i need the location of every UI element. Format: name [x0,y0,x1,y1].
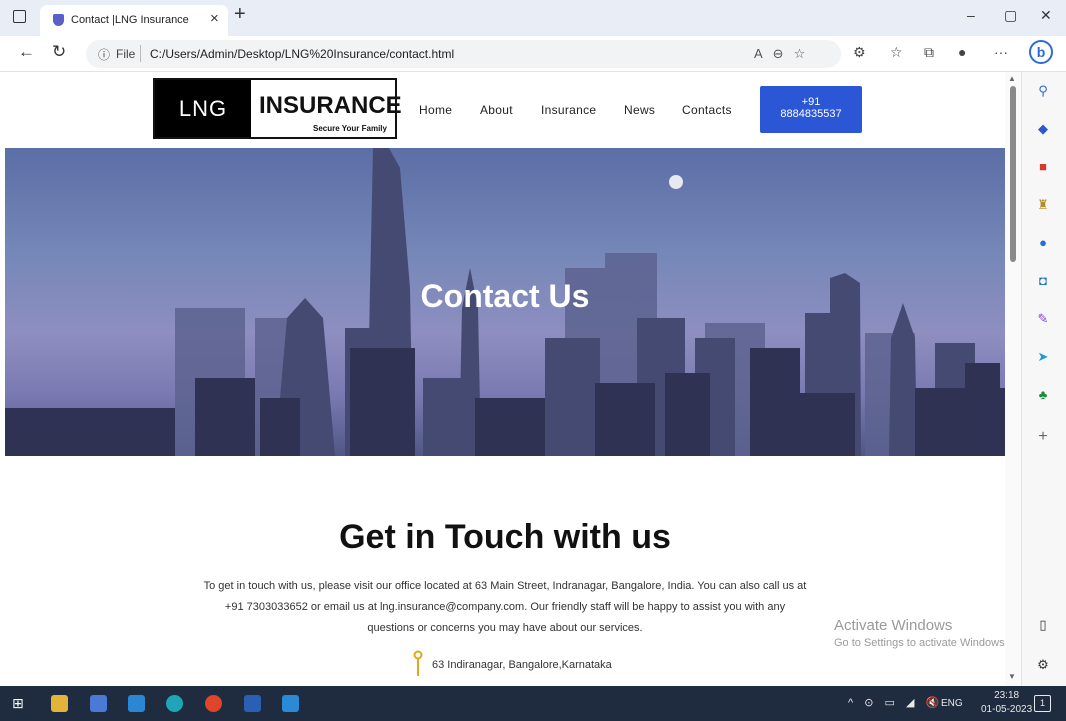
nav-news[interactable]: News [624,103,655,117]
url-action-icons[interactable]: A⊖☆ [754,46,815,62]
zoom-icon[interactable]: ⊖ [773,46,794,61]
windows-taskbar: ⊞ ^ ⊙ ▭ ◢ 🔇 ENG 23:18 01-05-2023 1 [0,686,1066,721]
collections-icon[interactable]: ⧉ [924,44,934,61]
word-icon[interactable] [244,695,261,712]
logo-insurance: INSURANCE [259,92,402,119]
logo-tagline: Secure Your Family [313,124,387,133]
profile-icon[interactable]: ● [958,44,966,60]
system-tray-icons[interactable]: ^ ⊙ ▭ ◢ 🔇 [848,696,943,709]
search-icon[interactable]: ⚲ [1034,82,1052,100]
tree-icon[interactable]: ♣ [1034,386,1052,404]
clock-date: 01-05-2023 [981,704,1033,715]
read-aloud-icon[interactable]: A [754,46,773,61]
mail-icon[interactable] [128,695,145,712]
tab-contact[interactable]: Contact |LNG Insurance × [40,5,228,36]
url-divider [140,45,141,62]
shopping-icon[interactable]: ■ [1034,158,1052,176]
address-bar: ← ↻ ⓘ File C:/Users/Admin/Desktop/LNG%20… [0,36,1066,72]
favorites-icon[interactable]: ☆ [890,44,903,61]
scroll-up-icon[interactable]: ▲ [1008,74,1016,83]
site-logo[interactable]: LNG INSURANCE Secure Your Family [153,78,402,139]
hero-banner: Contact Us [5,148,1005,456]
start-icon[interactable]: ⊞ [12,695,29,712]
back-icon[interactable]: ← [18,42,35,62]
minimize-button[interactable]: – [967,7,975,23]
close-window-button[interactable]: ✕ [1040,7,1052,24]
more-icon[interactable]: ··· [994,44,1008,60]
tab-favicon-icon [53,14,64,26]
phone-button[interactable]: +91 8884835537 [760,86,862,133]
site-info-icon[interactable]: ⓘ [98,46,110,63]
bing-icon[interactable]: b [1029,40,1053,64]
url-text[interactable]: C:/Users/Admin/Desktop/LNG%20Insurance/c… [150,47,454,61]
scroll-thumb[interactable] [1010,86,1016,262]
phone-prefix: +91 [801,96,821,108]
new-tab-button[interactable]: + [234,3,246,26]
nav-insurance[interactable]: Insurance [541,103,596,117]
edge-sidebar: ⚲ ◆ ■ ♜ ● ◘ ✎ ➤ ♣ + ▯ ⚙ [1021,72,1066,686]
notification-icon[interactable]: 1 [1034,695,1051,712]
nav-home[interactable]: Home [419,103,452,117]
url-field[interactable]: ⓘ File C:/Users/Admin/Desktop/LNG%20Insu… [86,40,841,68]
activate-windows-watermark: Activate Windows Go to Settings to activ… [834,617,1008,649]
section-description: To get in touch with us, please visit ou… [203,580,807,634]
section-title: Get in Touch with us [339,518,671,556]
tag-icon[interactable]: ◆ [1034,120,1052,138]
activate-windows-hint: Go to Settings to activate Windows. [834,637,1008,649]
store-icon[interactable] [90,695,107,712]
tab-title: Contact |LNG Insurance [71,14,189,26]
web-page: LNG INSURANCE Secure Your Family Home Ab… [0,72,1005,686]
clock-time: 23:18 [994,690,1020,701]
split-screen-icon[interactable]: ▯ [1034,616,1052,634]
outlook-icon[interactable]: ◘ [1034,272,1052,290]
tab-bar: Contact |LNG Insurance × + – ▢ ✕ [0,0,1066,36]
location-pin-icon [413,650,423,676]
refresh-icon[interactable]: ↻ [52,42,66,62]
extensions-icon[interactable]: ⚙ [853,44,866,61]
send-icon[interactable]: ➤ [1034,348,1052,366]
tab-actions-icon[interactable] [13,10,26,23]
favorite-icon[interactable]: ☆ [794,46,816,61]
scroll-down-icon[interactable]: ▼ [1008,672,1016,681]
restore-button[interactable]: ▢ [1004,7,1017,24]
logo-lng: LNG [155,80,251,137]
activate-windows-title: Activate Windows [834,617,953,634]
designer-icon[interactable]: ✎ [1034,310,1052,328]
url-scheme: File [116,47,136,61]
nav-about[interactable]: About [480,103,513,117]
chrome-icon[interactable] [205,695,222,712]
add-icon[interactable]: + [1034,428,1052,446]
hero-title: Contact Us [420,278,590,314]
nav-contacts[interactable]: Contacts [682,103,732,117]
phone-number: 8884835537 [780,108,842,120]
page-scrollbar[interactable]: ▲ ▼ [1005,72,1021,686]
clock[interactable]: 23:18 01-05-2023 [981,689,1032,717]
language-indicator[interactable]: ENG [941,698,963,709]
chess-icon[interactable]: ♜ [1034,196,1052,214]
office-icon[interactable]: ● [1034,234,1052,252]
vscode-icon[interactable] [282,695,299,712]
file-explorer-icon[interactable] [51,695,68,712]
address-text: 63 Indiranagar, Bangalore,Karnataka [432,659,612,671]
tab-close-icon[interactable]: × [210,10,219,27]
edge-icon[interactable] [166,695,183,712]
settings-icon[interactable]: ⚙ [1034,656,1052,674]
